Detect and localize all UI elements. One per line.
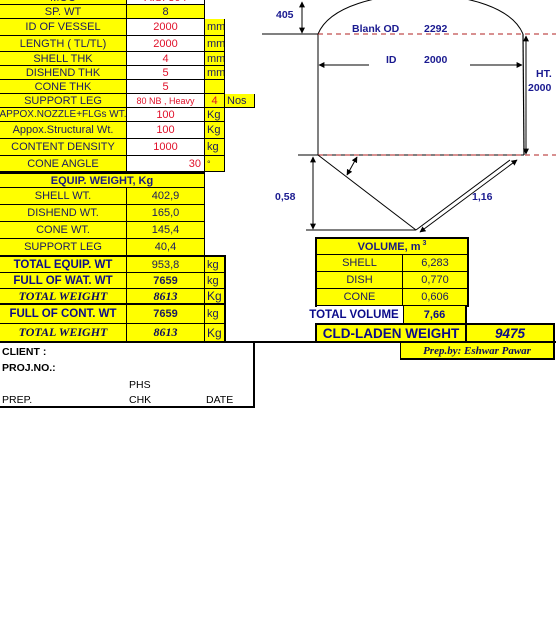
volume-label-cone: CONE <box>317 289 403 306</box>
height-value: 2000 <box>528 82 552 94</box>
cld-label: CLD-LADEN WEIGHT <box>317 325 467 341</box>
total-label-cont-wt: FULL OF CONT. WT <box>0 305 127 324</box>
total-unit-equip-wt: kg <box>205 257 224 273</box>
total-value-weight-1: 8613 <box>127 289 205 305</box>
chk-label: CHK <box>129 394 152 406</box>
total-unit-weight-2: Kg <box>205 324 224 341</box>
cone-right-side <box>415 159 511 231</box>
phs-label: PHS <box>129 379 151 391</box>
equip-label-support-leg: SUPPORT LEG <box>0 239 127 255</box>
vessel-diagram: 405 Blank OD 2292 ID 2000 HT. 2000 0,58 … <box>262 0 556 233</box>
cone-angle-arrow <box>346 156 358 176</box>
volume-label-shell: SHELL <box>317 255 403 272</box>
id-label: ID <box>386 54 397 66</box>
proj-no-label: PROJ.NO.: <box>2 362 56 374</box>
total-label-weight-1: TOTAL WEIGHT <box>0 289 127 305</box>
blank-od-label: Blank OD <box>352 23 400 35</box>
prep-label: PREP. <box>2 394 33 406</box>
total-unit-cont-wt: kg <box>205 305 224 324</box>
total-volume-label: TOTAL VOLUME <box>309 309 399 321</box>
cone-slant-label: 1,16 <box>472 191 493 203</box>
total-value-equip-wt: 953,8 <box>127 257 205 273</box>
total-volume-value: 7,66 <box>403 306 467 324</box>
client-label: CLIENT : <box>2 346 47 358</box>
volume-title: VOLUME, m3 <box>317 239 467 255</box>
total-value-weight-2: 8613 <box>127 324 205 341</box>
prepared-by: Prep.by: Eshwar Pawar <box>400 343 555 360</box>
blank-od-value: 2292 <box>424 23 448 35</box>
dish-height-label: 405 <box>276 9 294 21</box>
total-label-equip-wt: TOTAL EQUIP. WT <box>0 257 127 273</box>
cone-height-label: 0,58 <box>275 191 296 203</box>
dish-head-outline <box>317 0 524 35</box>
cone-left-side <box>317 154 417 231</box>
volume-value-shell: 6,283 <box>403 255 467 272</box>
total-unit-weight-1: Kg <box>205 289 224 305</box>
volume-label-dish: DISH <box>317 272 403 289</box>
cld-value: 9475 <box>494 325 526 341</box>
volume-value-dish: 0,770 <box>403 272 467 289</box>
total-value-cont-wt: 7659 <box>127 305 205 324</box>
volume-unit-superscript: 3 <box>422 240 427 247</box>
date-label: DATE <box>206 394 234 406</box>
equip-value-support-leg: 40,4 <box>127 239 205 255</box>
total-label-wat-wt: FULL OF WAT. WT <box>0 273 127 289</box>
shell-right-wall <box>522 33 525 156</box>
cone-slant-arrow <box>419 159 518 233</box>
height-label: HT. <box>536 68 552 80</box>
volume-value-cone: 0,606 <box>403 289 467 306</box>
total-unit-wat-wt: kg <box>205 273 224 289</box>
total-value-wat-wt: 7659 <box>127 273 205 289</box>
total-label-weight-2: TOTAL WEIGHT <box>0 324 127 341</box>
id-value: 2000 <box>424 54 448 66</box>
